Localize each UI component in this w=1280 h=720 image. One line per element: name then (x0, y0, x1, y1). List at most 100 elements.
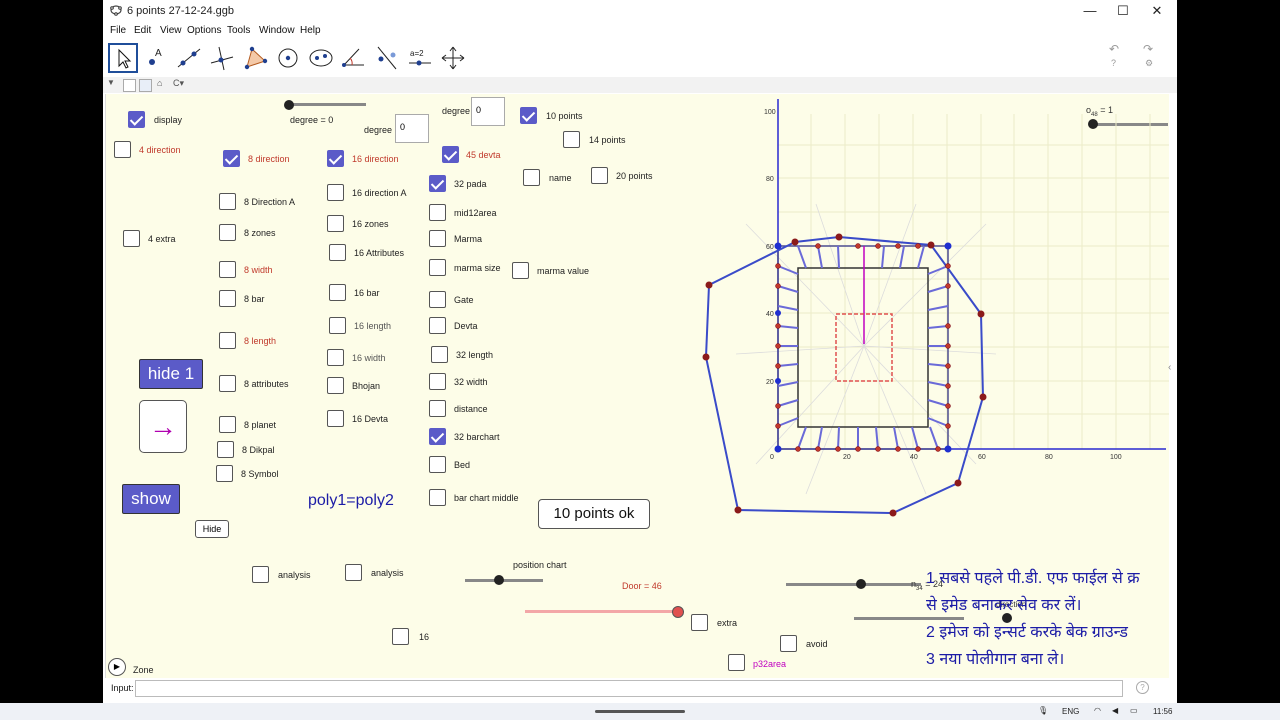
direction16-checkbox[interactable] (327, 150, 344, 167)
door-slider-knob[interactable] (672, 606, 684, 618)
degree-input-2[interactable]: 0 (471, 97, 505, 126)
devta45-checkbox[interactable] (442, 146, 459, 163)
side-panel-chevron-icon[interactable]: ‹ (1168, 362, 1171, 373)
attributes16-checkbox[interactable] (329, 244, 346, 261)
hide1-button[interactable]: hide 1 (139, 359, 203, 389)
language-indicator[interactable]: ENG (1062, 707, 1079, 716)
maximize-button[interactable]: ☐ (1111, 3, 1135, 19)
points20-checkbox[interactable] (591, 167, 608, 184)
length8-checkbox[interactable] (219, 332, 236, 349)
planet8-checkbox[interactable] (219, 416, 236, 433)
speaker-icon[interactable]: ◀ (1112, 706, 1118, 715)
length32-checkbox[interactable] (431, 346, 448, 363)
menu-file[interactable]: File (110, 25, 126, 36)
minimize-button[interactable]: — (1078, 3, 1102, 19)
battery-icon[interactable]: ▭ (1130, 706, 1138, 715)
direction16a-checkbox[interactable] (327, 184, 344, 201)
redo-icon[interactable]: ↷ (1143, 42, 1153, 56)
input-help-icon[interactable]: ? (1136, 681, 1149, 694)
move-tool[interactable] (108, 43, 138, 73)
length16-checkbox[interactable] (329, 317, 346, 334)
bed-checkbox[interactable] (429, 456, 446, 473)
analysis1-checkbox[interactable] (252, 566, 269, 583)
width8-checkbox[interactable] (219, 261, 236, 278)
zones8-checkbox[interactable] (219, 224, 236, 241)
points14-checkbox[interactable] (563, 131, 580, 148)
pada32-checkbox[interactable] (429, 175, 446, 192)
n34-slider-knob[interactable] (856, 579, 866, 589)
devta16-checkbox[interactable] (327, 410, 344, 427)
barchart32-checkbox[interactable] (429, 428, 446, 445)
degree-slider-knob[interactable] (284, 100, 294, 110)
dikpal8-checkbox[interactable] (217, 441, 234, 458)
close-button[interactable]: ✕ (1145, 3, 1169, 19)
direction8a-checkbox[interactable] (219, 193, 236, 210)
menu-options[interactable]: Options (187, 25, 221, 36)
width16-checkbox[interactable] (327, 349, 344, 366)
menu-help[interactable]: Help (300, 25, 321, 36)
play-animation-icon[interactable]: ▶ (108, 658, 126, 676)
zones16-checkbox[interactable] (327, 215, 344, 232)
direction8-checkbox[interactable] (223, 150, 240, 167)
bar16-checkbox[interactable] (329, 284, 346, 301)
points10-checkbox[interactable] (520, 107, 537, 124)
display-checkbox[interactable] (128, 111, 145, 128)
menu-edit[interactable]: Edit (134, 25, 151, 36)
circle-tool[interactable] (273, 43, 303, 73)
degree-slider-track[interactable] (288, 103, 366, 106)
menu-window[interactable]: Window (259, 25, 295, 36)
undo-icon[interactable]: ↶ (1109, 42, 1119, 56)
angle-tool[interactable] (339, 43, 369, 73)
perpendicular-tool[interactable] (207, 43, 237, 73)
n34-slider-track[interactable] (786, 583, 921, 586)
position-chart-slider-track[interactable] (465, 579, 543, 582)
point-capturing-icon[interactable]: C▾ (173, 78, 184, 89)
gate-checkbox[interactable] (429, 291, 446, 308)
line-tool[interactable] (174, 43, 204, 73)
extra-checkbox[interactable] (691, 614, 708, 631)
devta-checkbox[interactable] (429, 317, 446, 334)
extra4-checkbox[interactable] (123, 230, 140, 247)
bar-chart-middle-checkbox[interactable] (429, 489, 446, 506)
arrow-right-icon[interactable]: → (139, 400, 187, 453)
width32-checkbox[interactable] (429, 373, 446, 390)
menu-tools[interactable]: Tools (227, 25, 250, 36)
door-slider-track[interactable] (525, 610, 677, 613)
menu-view[interactable]: View (160, 25, 182, 36)
bar8-checkbox[interactable] (219, 290, 236, 307)
bhojan-checkbox[interactable] (327, 377, 344, 394)
move-view-tool[interactable] (438, 43, 468, 73)
reflect-tool[interactable] (372, 43, 402, 73)
avoid-checkbox[interactable] (780, 635, 797, 652)
distance-checkbox[interactable] (429, 400, 446, 417)
marma-value-checkbox[interactable] (512, 262, 529, 279)
position-chart-slider-knob[interactable] (494, 575, 504, 585)
ellipse-tool[interactable] (306, 43, 336, 73)
graphics-view[interactable]: display 4 direction 4 extra hide 1 → sho… (105, 94, 1171, 678)
help-icon[interactable]: ? (1111, 58, 1116, 68)
coordinate-graph[interactable]: 100 80 60 40 20 0 20 40 60 80 100 (696, 94, 1169, 534)
slider-tool[interactable]: a=2 (405, 43, 435, 73)
direction4-checkbox[interactable] (114, 141, 131, 158)
analysis2-checkbox[interactable] (345, 564, 362, 581)
name-checkbox[interactable] (523, 169, 540, 186)
degree-input-1[interactable]: 0 (395, 114, 429, 143)
input-bar[interactable] (135, 680, 1123, 697)
microphone-icon[interactable]: 🎙 (1038, 706, 1048, 715)
mid12area-checkbox[interactable] (429, 204, 446, 221)
marma-size-checkbox[interactable] (429, 259, 446, 276)
marma-checkbox[interactable] (429, 230, 446, 247)
show-button[interactable]: show (122, 484, 180, 514)
home-icon[interactable]: ⌂ (157, 78, 162, 88)
p32area-checkbox[interactable] (728, 654, 745, 671)
point-tool[interactable]: A (141, 43, 171, 73)
n16-checkbox[interactable] (392, 628, 409, 645)
settings-gear-icon[interactable]: ⚙ (1145, 58, 1153, 69)
hide-button[interactable]: Hide (195, 520, 229, 538)
show-grid-icon[interactable] (139, 79, 152, 92)
attributes8-checkbox[interactable] (219, 375, 236, 392)
ten-points-ok-button[interactable]: 10 points ok (538, 499, 650, 529)
toggle-style-bar-icon[interactable]: ▼ (107, 78, 115, 87)
show-axes-icon[interactable] (123, 79, 136, 92)
wifi-icon[interactable]: ◠ (1094, 706, 1101, 715)
